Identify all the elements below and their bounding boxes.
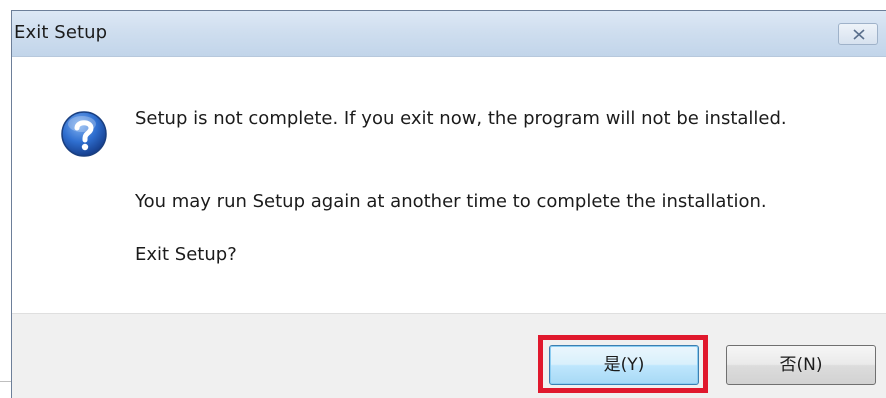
page: Exit Setup Setup is not complete. If you…: [0, 0, 886, 398]
background-window-edge: [0, 381, 11, 382]
dialog-content: Setup is not complete. If you exit now, …: [12, 57, 886, 313]
message-line-2: You may run Setup again at another time …: [135, 191, 767, 212]
question-icon: [61, 111, 107, 157]
no-button[interactable]: 否(N): [726, 345, 876, 385]
message-line-3: Exit Setup?: [135, 244, 237, 265]
title-bar[interactable]: Exit Setup: [12, 11, 886, 57]
dialog-title: Exit Setup: [14, 22, 108, 43]
exit-setup-dialog: Exit Setup Setup is not complete. If you…: [11, 10, 886, 398]
yes-button[interactable]: 是(Y): [549, 345, 699, 385]
close-button[interactable]: [838, 23, 878, 45]
button-bar: 是(Y) 否(N): [12, 313, 886, 398]
close-icon: [853, 29, 865, 40]
message-line-1: Setup is not complete. If you exit now, …: [135, 108, 787, 129]
